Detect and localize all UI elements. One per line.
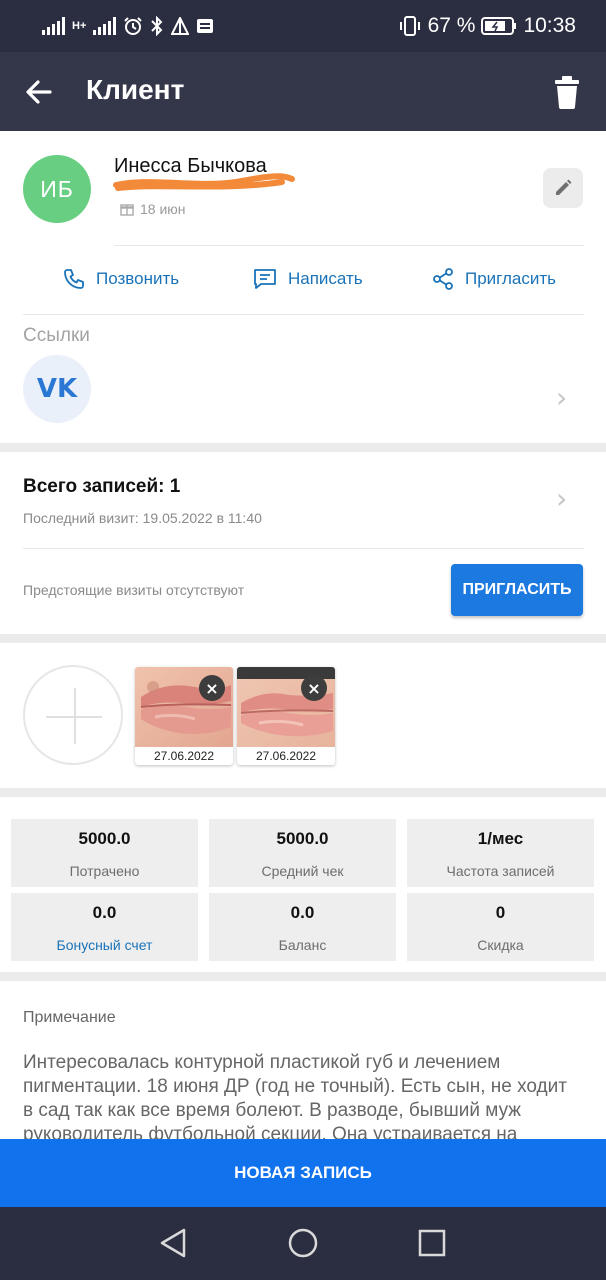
- photo-date: 27.06.2022: [255, 749, 317, 763]
- client-profile-card: ИБ Инесса Бычкова 18 июн Позвонить Напис…: [0, 131, 606, 443]
- trash-icon: [555, 76, 579, 109]
- links-section-title: Ссылки: [23, 325, 90, 346]
- system-nav-bar: [0, 1207, 606, 1280]
- page-title: Клиент: [86, 74, 185, 105]
- invite-share-button[interactable]: Пригласить: [431, 267, 556, 291]
- divider: [114, 245, 584, 246]
- stat-bonus-account[interactable]: 0.0 Бонусный счет: [11, 893, 198, 961]
- stat-value: 5000.0: [276, 829, 329, 848]
- add-photo-button[interactable]: [23, 665, 123, 765]
- birthday-text: 18 июн: [140, 201, 186, 217]
- links-chevron-right-icon[interactable]: ›: [556, 381, 567, 414]
- nav-home-icon[interactable]: [287, 1227, 319, 1259]
- phone-icon: [64, 269, 84, 289]
- notification-icon: [197, 19, 214, 33]
- stats-card: 5000.0 Потрачено 5000.0 Средний чек 1/ме…: [0, 797, 606, 972]
- stat-value: 5000.0: [78, 829, 131, 848]
- alarm-icon: [124, 17, 143, 35]
- invite-button[interactable]: ПРИГЛАСИТЬ: [451, 564, 583, 616]
- divider: [23, 548, 584, 549]
- share-icon: [433, 268, 453, 290]
- signal-icon: [42, 17, 65, 35]
- stat-value: 1/мес: [477, 829, 524, 848]
- network-type: H+: [72, 20, 87, 32]
- stat-label: Средний чек: [261, 863, 344, 879]
- bluetooth-icon: [151, 16, 163, 36]
- redacted-phone-scribble: [113, 173, 295, 191]
- note-card: Примечание Интересовалась контурной плас…: [0, 981, 606, 1141]
- invite-share-label: Пригласить: [465, 269, 557, 288]
- stat-spent: 5000.0 Потрачено: [11, 819, 198, 887]
- stat-value: 0.0: [290, 903, 315, 922]
- nav-back-icon[interactable]: [158, 1227, 188, 1259]
- pencil-icon: [556, 179, 572, 195]
- signal-2-icon: [93, 17, 117, 35]
- birthday: 18 июн: [120, 201, 186, 217]
- note-text[interactable]: Интересовалась контурной пластикой губ и…: [23, 1051, 578, 1141]
- note-title: Примечание: [23, 1009, 116, 1026]
- photo-thumbnail[interactable]: 27.06.2022 ×: [135, 667, 233, 765]
- upcoming-visits-status: Предстоящие визиты отсутствуют: [23, 582, 245, 598]
- visits-total[interactable]: Всего записей: 1: [23, 476, 180, 498]
- data-icon: [171, 17, 190, 35]
- vibrate-icon: [399, 16, 420, 36]
- stat-value: 0.0: [92, 903, 117, 922]
- status-icons-right: 67 % 10:38: [398, 10, 576, 42]
- stat-label: Скидка: [477, 937, 524, 953]
- edit-button[interactable]: [543, 168, 583, 208]
- stat-label: Потрачено: [69, 863, 140, 879]
- message-button[interactable]: Написать: [252, 267, 363, 291]
- battery-icon: [481, 17, 517, 35]
- stat-frequency: 1/мес Частота записей: [407, 819, 594, 887]
- battery-percent: 67 %: [427, 14, 476, 37]
- clock: 10:38: [523, 14, 576, 37]
- stat-label: Частота записей: [446, 863, 555, 879]
- photos-card: 27.06.2022 × 27.06.2022 ×: [0, 643, 606, 788]
- visits-chevron-right-icon[interactable]: ›: [556, 482, 567, 515]
- visits-card: Всего записей: 1 Последний визит: 19.05.…: [0, 452, 606, 634]
- call-label: Позвонить: [96, 269, 180, 288]
- message-icon: [254, 269, 276, 289]
- divider: [23, 314, 584, 315]
- vk-icon: VK: [36, 374, 78, 404]
- stat-average-check: 5000.0 Средний чек: [209, 819, 396, 887]
- app-bar: Клиент: [0, 52, 606, 131]
- gift-icon: [120, 204, 134, 216]
- new-record-button[interactable]: НОВАЯ ЗАПИСЬ: [0, 1139, 606, 1207]
- message-label: Написать: [288, 269, 363, 288]
- photo-thumbnail[interactable]: 27.06.2022 ×: [237, 667, 335, 765]
- remove-photo-close-icon[interactable]: ×: [199, 675, 225, 701]
- vk-link-button[interactable]: VK: [23, 355, 91, 423]
- stat-balance: 0.0 Баланс: [209, 893, 396, 961]
- remove-photo-close-icon[interactable]: ×: [301, 675, 327, 701]
- bonus-account-link[interactable]: Бонусный счет: [11, 937, 198, 953]
- call-button[interactable]: Позвонить: [62, 267, 179, 291]
- status-bar: H+ 67 % 10:38: [0, 0, 606, 52]
- delete-button[interactable]: [550, 72, 584, 112]
- back-button[interactable]: [20, 72, 60, 112]
- stat-value: 0: [495, 903, 506, 922]
- photo-date: 27.06.2022: [153, 749, 215, 763]
- stat-label: Баланс: [278, 937, 327, 953]
- stat-discount: 0 Скидка: [407, 893, 594, 961]
- status-icons-left: H+: [42, 12, 214, 40]
- nav-recents-icon[interactable]: [417, 1228, 447, 1258]
- last-visit: Последний визит: 19.05.2022 в 11:40: [23, 510, 262, 526]
- arrow-back-icon: [26, 80, 52, 104]
- avatar: ИБ: [23, 155, 91, 223]
